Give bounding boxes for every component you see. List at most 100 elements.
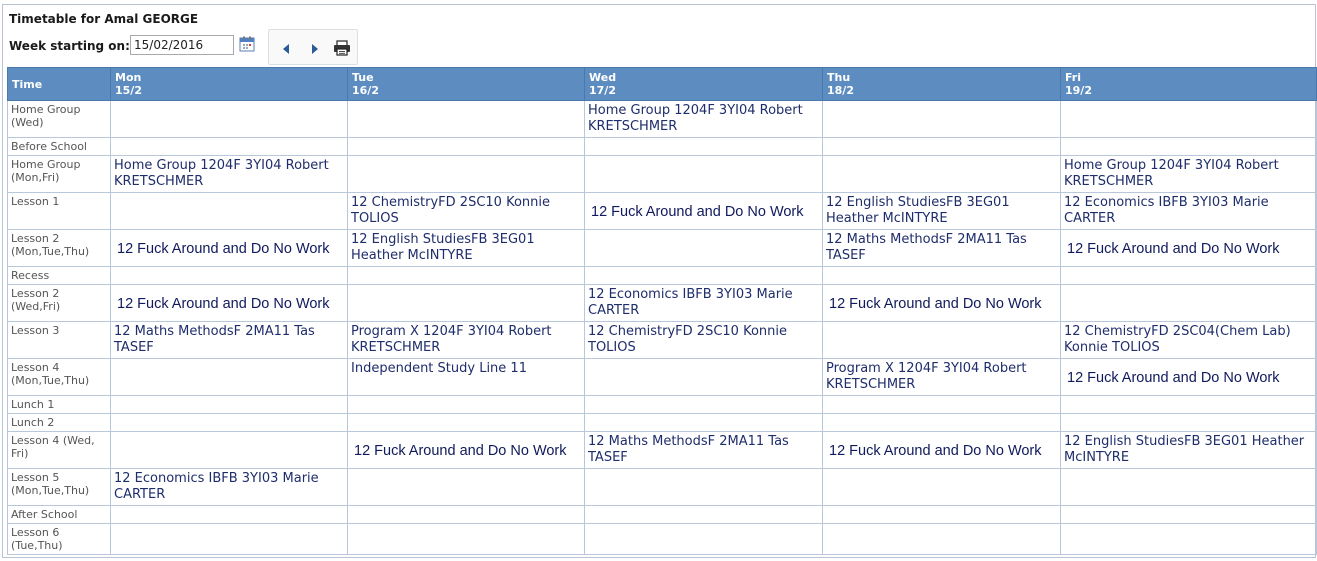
empty-slot [1060,395,1317,414]
empty-slot [347,468,585,506]
class-entry[interactable]: Home Group 1204F 3YI04 Robert KRETSCHMER [110,155,348,193]
period-label: Recess [7,266,111,285]
arrow-right-icon[interactable] [309,41,321,55]
class-entry[interactable]: 12 Fuck Around and Do No Work [584,192,823,230]
empty-slot [584,137,823,156]
empty-slot [347,137,585,156]
timetable-row: Recess [7,266,1317,285]
timetable-row: Lesson 2 (Wed,Fri) 12 Fuck Around and Do … [7,284,1317,322]
period-label: Lesson 3 [7,321,111,359]
empty-slot [110,431,348,469]
class-entry[interactable]: 12 Fuck Around and Do No Work [110,229,348,267]
class-entry[interactable]: 12 Maths MethodsF 2MA11 Tas TASEF [584,431,823,469]
period-label: Lesson 4 (Mon,Tue,Thu) [7,358,111,396]
class-entry[interactable]: 12 Fuck Around and Do No Work [347,431,585,469]
day-name: Mon [115,71,142,84]
class-entry[interactable]: 12 Economics IBFB 3YI03 Marie CARTER [584,284,823,322]
week-start-date-input[interactable] [130,35,234,55]
empty-slot [110,505,348,524]
empty-slot [584,523,823,555]
week-label: Week starting on: [9,39,130,53]
timetable-row: Lesson 1 12 ChemistryFD 2SC10 Konnie TOLI… [7,192,1317,230]
class-entry[interactable]: 12 Fuck Around and Do No Work [822,284,1061,322]
class-entry[interactable]: 12 English StudiesFB 3EG01 Heather McINT… [347,229,585,267]
period-label: Before School [7,137,111,156]
empty-slot [1060,413,1317,432]
day-date: 19/2 [1065,84,1092,97]
timetable-row: Home Group (Mon,Fri) Home Group 1204F 3YI… [7,155,1317,193]
empty-slot [584,358,823,396]
class-entry[interactable]: Home Group 1204F 3YI04 Robert KRETSCHMER [1060,155,1317,193]
day-name: Fri [1065,71,1082,84]
class-entry[interactable]: Program X 1204F 3YI04 Robert KRETSCHMER [347,321,585,359]
timetable-row: Lesson 2 (Mon,Tue,Thu) 12 Fuck Around and… [7,229,1317,267]
class-entry[interactable]: 12 Economics IBFB 3YI03 Marie CARTER [1060,192,1317,230]
time-column-header: Time [7,67,111,101]
empty-slot [110,413,348,432]
empty-slot [1060,505,1317,524]
empty-slot [584,505,823,524]
empty-slot [1060,284,1317,322]
day-header-thu: Thu 18/2 [822,67,1061,101]
timetable-grid: Time Mon 15/2 Tue 16/2 Wed 17/2 Thu 18/2 Fri… [7,67,1317,555]
empty-slot [110,523,348,555]
empty-slot [584,413,823,432]
class-entry[interactable]: Program X 1204F 3YI04 Robert KRETSCHMER [822,358,1061,396]
day-header-fri: Fri 19/2 [1060,67,1317,101]
arrow-left-icon[interactable] [280,41,292,55]
class-entry[interactable]: Independent Study Line 11 [347,358,585,396]
timetable-row: Lesson 6 (Tue,Thu) [7,523,1317,555]
empty-slot [822,523,1061,555]
class-entry[interactable]: 12 ChemistryFD 2SC10 Konnie TOLIOS [584,321,823,359]
day-header-mon: Mon 15/2 [110,67,348,101]
empty-slot [584,155,823,193]
timetable-row: Lesson 4 (Wed, Fri) 12 Fuck Around and Do… [7,431,1317,469]
day-date: 18/2 [827,84,854,97]
empty-slot [1060,523,1317,555]
empty-slot [584,266,823,285]
page-title: Timetable for Amal GEORGE [9,12,199,26]
empty-slot [822,395,1061,414]
day-name: Wed [589,71,617,84]
period-label: Lesson 2 (Wed,Fri) [7,284,111,322]
day-header-tue: Tue 16/2 [347,67,585,101]
empty-slot [822,155,1061,193]
empty-slot [110,266,348,285]
calendar-icon[interactable] [239,36,255,52]
empty-slot [822,100,1061,138]
empty-slot [347,284,585,322]
empty-slot [822,505,1061,524]
day-date: 17/2 [589,84,616,97]
empty-slot [584,229,823,267]
period-label: Lesson 6 (Tue,Thu) [7,523,111,555]
class-entry[interactable]: 12 Maths MethodsF 2MA11 Tas TASEF [822,229,1061,267]
class-entry[interactable]: 12 Economics IBFB 3YI03 Marie CARTER [110,468,348,506]
period-label: Lunch 2 [7,413,111,432]
class-entry[interactable]: 12 Fuck Around and Do No Work [110,284,348,322]
printer-icon[interactable] [333,40,351,56]
day-name: Tue [352,71,374,84]
class-entry[interactable]: 12 Fuck Around and Do No Work [1060,229,1317,267]
empty-slot [347,413,585,432]
header-row: Time Mon 15/2 Tue 16/2 Wed 17/2 Thu 18/2 Fri… [7,67,1317,101]
timetable-row: Lunch 2 [7,413,1317,432]
empty-slot [822,468,1061,506]
class-entry[interactable]: Home Group 1204F 3YI04 Robert KRETSCHMER [584,100,823,138]
empty-slot [1060,266,1317,285]
class-entry[interactable]: 12 Fuck Around and Do No Work [1060,358,1317,396]
empty-slot [110,137,348,156]
class-entry[interactable]: 12 Fuck Around and Do No Work [822,431,1061,469]
timetable-row: Lesson 5 (Mon,Tue,Thu) 12 Economics IBFB … [7,468,1317,506]
day-date: 15/2 [115,84,142,97]
class-entry[interactable]: 12 Maths MethodsF 2MA11 Tas TASEF [110,321,348,359]
class-entry[interactable]: 12 English StudiesFB 3EG01 Heather McINT… [822,192,1061,230]
empty-slot [822,321,1061,359]
empty-slot [822,266,1061,285]
class-entry[interactable]: 12 ChemistryFD 2SC10 Konnie TOLIOS [347,192,585,230]
empty-slot [110,192,348,230]
empty-slot [584,468,823,506]
empty-slot [347,523,585,555]
empty-slot [1060,100,1317,138]
class-entry[interactable]: 12 ChemistryFD 2SC04(Chem Lab) Konnie TO… [1060,321,1317,359]
class-entry[interactable]: 12 English StudiesFB 3EG01 Heather McINT… [1060,431,1317,469]
